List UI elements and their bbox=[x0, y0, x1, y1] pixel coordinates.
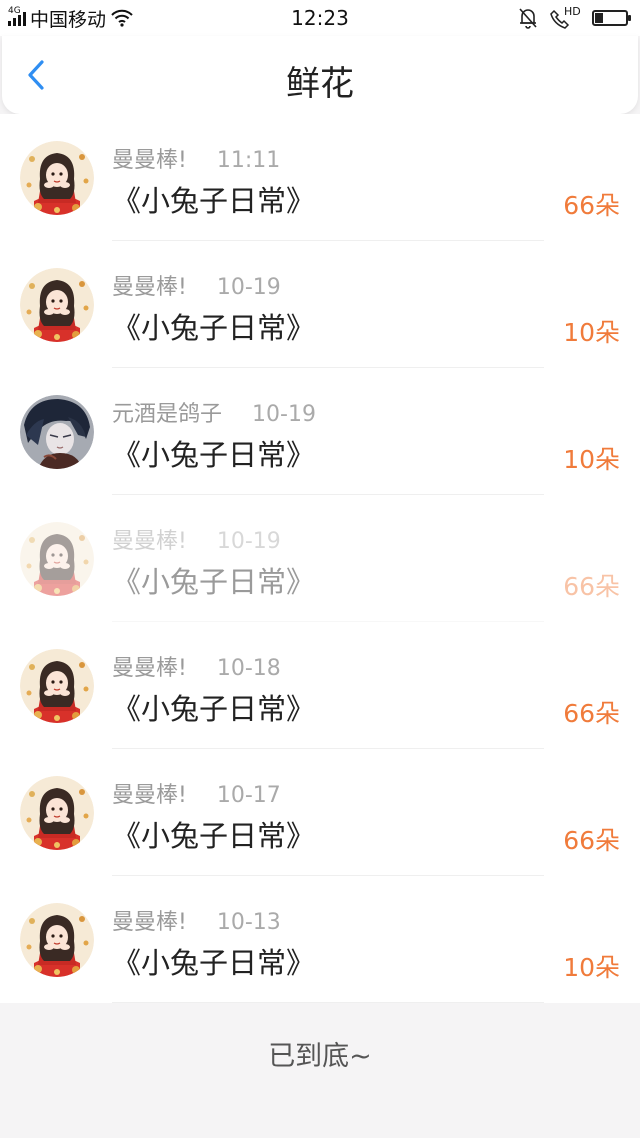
book-title[interactable]: 《小兔子日常》 bbox=[112, 686, 315, 728]
book-title[interactable]: 《小兔子日常》 bbox=[112, 305, 315, 347]
sender-info: 曼曼棒! 10-13 bbox=[112, 904, 281, 936]
flower-count: 10朵 bbox=[563, 953, 620, 982]
sent-date: 10-13 bbox=[216, 910, 281, 935]
flower-count: 10朵 bbox=[563, 445, 620, 474]
hd-label: HD bbox=[564, 5, 581, 18]
avatar[interactable] bbox=[20, 395, 94, 469]
sent-date: 10-19 bbox=[252, 402, 316, 427]
sender-info: 元酒是鸽子 10-19 bbox=[112, 396, 316, 428]
sent-date: 11:11 bbox=[216, 148, 281, 173]
sender-name[interactable]: 曼曼棒! bbox=[112, 656, 187, 681]
flower-count: 66朵 bbox=[563, 572, 620, 601]
sender-name[interactable]: 曼曼棒! bbox=[112, 148, 187, 173]
battery-icon bbox=[592, 10, 631, 26]
sender-info: 曼曼棒! 10-19 bbox=[112, 269, 281, 301]
sender-name[interactable]: 曼曼棒! bbox=[112, 910, 187, 935]
flower-count: 66朵 bbox=[563, 699, 620, 728]
list-item[interactable]: 曼曼棒! 10-17 《小兔子日常》 66朵 bbox=[0, 749, 640, 876]
list-item[interactable]: 曼曼棒! 10-18 《小兔子日常》 66朵 bbox=[0, 622, 640, 749]
sender-name[interactable]: 曼曼棒! bbox=[112, 783, 187, 808]
list-item[interactable]: 曼曼棒! 11:11 《小兔子日常》 66朵 bbox=[0, 114, 640, 241]
sender-info: 曼曼棒! 10-19 bbox=[112, 523, 281, 555]
sender-info: 曼曼棒! 10-17 bbox=[112, 777, 281, 809]
end-of-list-text: 已到底~ bbox=[268, 1041, 372, 1072]
flower-count: 66朵 bbox=[563, 826, 620, 855]
avatar[interactable] bbox=[20, 776, 94, 850]
status-bar: 4G 中国移动 12:23 HD bbox=[0, 0, 640, 36]
sent-date: 10-19 bbox=[216, 275, 281, 300]
sender-info: 曼曼棒! 11:11 bbox=[112, 142, 280, 174]
sent-date: 10-17 bbox=[216, 783, 281, 808]
avatar[interactable] bbox=[20, 903, 94, 977]
row-divider bbox=[112, 1002, 544, 1003]
status-time: 12:23 bbox=[291, 6, 349, 30]
list-item[interactable]: 曼曼棒! 10-13 《小兔子日常》 10朵 bbox=[0, 876, 640, 1003]
list-item[interactable]: 曼曼棒! 10-19 《小兔子日常》 10朵 bbox=[0, 241, 640, 368]
sent-date: 10-18 bbox=[216, 656, 281, 681]
avatar[interactable] bbox=[20, 268, 94, 342]
book-title[interactable]: 《小兔子日常》 bbox=[112, 940, 315, 982]
book-title[interactable]: 《小兔子日常》 bbox=[112, 559, 315, 601]
page-title: 鲜花 bbox=[286, 64, 354, 104]
book-title[interactable]: 《小兔子日常》 bbox=[112, 813, 315, 855]
book-title[interactable]: 《小兔子日常》 bbox=[112, 178, 315, 220]
list-item[interactable]: 曼曼棒! 10-19 《小兔子日常》 66朵 bbox=[0, 495, 640, 622]
list-item[interactable]: 元酒是鸽子 10-19 《小兔子日常》 10朵 bbox=[0, 368, 640, 495]
avatar[interactable] bbox=[20, 649, 94, 723]
hd-call-icon: HD bbox=[550, 5, 581, 29]
sender-name[interactable]: 元酒是鸽子 bbox=[112, 402, 222, 427]
avatar[interactable] bbox=[20, 522, 94, 596]
flower-list: 曼曼棒! 11:11 《小兔子日常》 66朵 曼曼棒! 10-19 《小兔子日常》 10朵 … bbox=[0, 114, 640, 1003]
sender-name[interactable]: 曼曼棒! bbox=[112, 529, 187, 554]
flower-count: 10朵 bbox=[563, 318, 620, 347]
book-title[interactable]: 《小兔子日常》 bbox=[112, 432, 315, 474]
sender-name[interactable]: 曼曼棒! bbox=[112, 275, 187, 300]
avatar[interactable] bbox=[20, 141, 94, 215]
sent-date: 10-19 bbox=[216, 529, 281, 554]
sender-info: 曼曼棒! 10-18 bbox=[112, 650, 281, 682]
nav-bar: 鲜花 bbox=[2, 36, 638, 114]
flower-count: 66朵 bbox=[563, 191, 620, 220]
